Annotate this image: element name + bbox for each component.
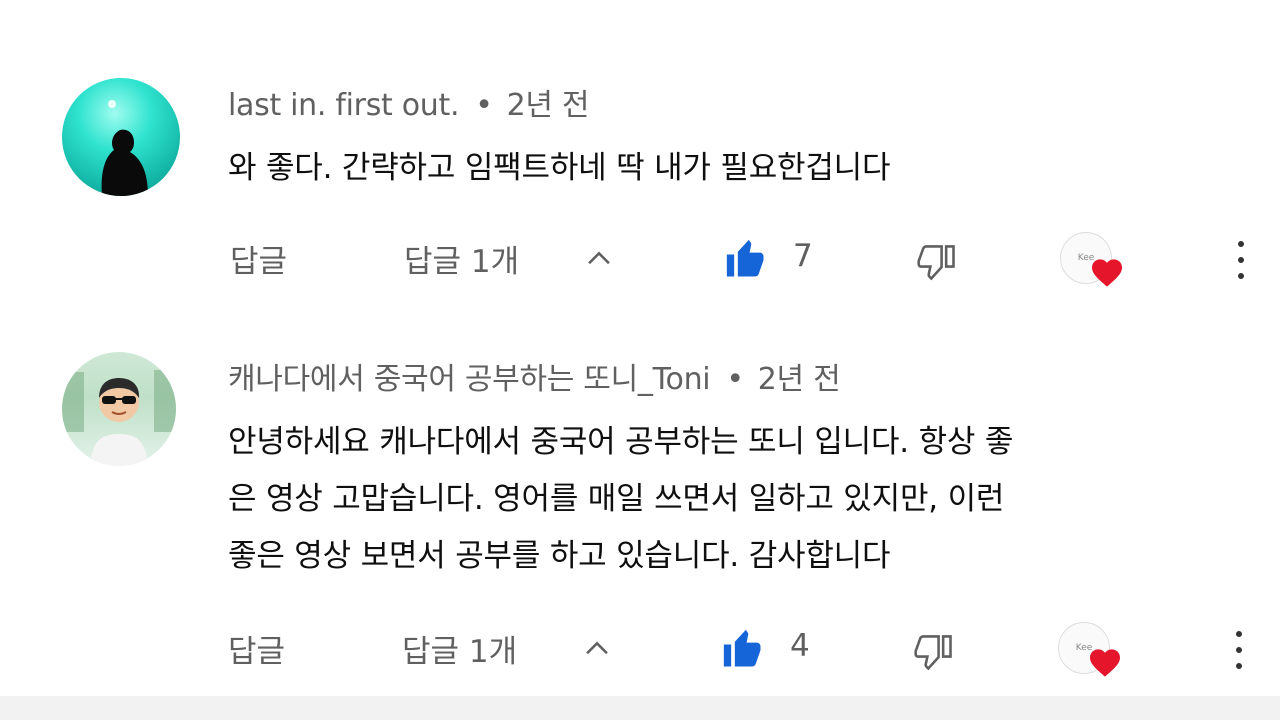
thumbs-up-icon[interactable] xyxy=(722,628,766,672)
heart-icon xyxy=(1090,649,1120,677)
comment-line: 안녕하세요 캐나다에서 중국어 공부하는 또니 입니다. 항상 좋 xyxy=(228,424,1014,460)
comment-line: 와 좋다. 간략하고 임팩트하네 딱 내가 필요한겁니다 xyxy=(228,150,891,186)
timestamp[interactable]: 2년 전 xyxy=(507,88,590,123)
avatar-silhouette xyxy=(101,100,148,196)
view-replies-button[interactable]: 답글 1개 xyxy=(402,626,517,671)
bottom-bar xyxy=(0,696,1280,720)
like-count: 4 xyxy=(790,628,810,664)
comment-line: 은 영상 고맙습니다. 영어를 매일 쓰면서 일하고 있지만, 이런 xyxy=(228,481,1005,517)
view-replies-button[interactable]: 답글 1개 xyxy=(404,236,519,281)
avatar-cartoon xyxy=(62,370,176,466)
comment-actions: 답글 답글 1개 7 Kee xyxy=(0,230,1280,290)
avatar[interactable] xyxy=(62,352,176,466)
creator-heart-icon: Kee xyxy=(1060,232,1122,292)
comment-header: last in. first out. • 2년 전 xyxy=(228,80,590,124)
avatar[interactable] xyxy=(62,78,180,196)
heart-icon xyxy=(1092,259,1122,287)
chevron-up-icon[interactable] xyxy=(582,242,616,276)
more-vert-icon[interactable] xyxy=(1235,238,1247,282)
more-vert-icon[interactable] xyxy=(1233,628,1245,672)
comment-header: 캐나다에서 중국어 공부하는 또니_Toni • 2년 전 xyxy=(228,354,841,398)
thumbs-down-icon[interactable] xyxy=(912,630,956,674)
reply-button[interactable]: 답글 xyxy=(230,236,287,281)
comment-text: 안녕하세요 캐나다에서 중국어 공부하는 또니 입니다. 항상 좋 은 영상 고… xyxy=(228,414,1013,585)
chevron-up-icon[interactable] xyxy=(580,632,614,666)
like-count: 7 xyxy=(793,238,813,274)
separator-dot: • xyxy=(726,362,744,397)
comment-line: 좋은 영상 보면서 공부를 하고 있습니다. 감사합니다 xyxy=(228,538,891,574)
creator-heart-icon: Kee xyxy=(1058,622,1120,682)
comment-text: 와 좋다. 간략하고 임팩트하네 딱 내가 필요한겁니다 xyxy=(228,140,890,197)
author-name[interactable]: 캐나다에서 중국어 공부하는 또니_Toni xyxy=(228,362,711,397)
comment-actions: 답글 답글 1개 4 Kee xyxy=(0,620,1280,680)
separator-dot: • xyxy=(475,88,493,123)
reply-button[interactable]: 답글 xyxy=(228,626,285,671)
timestamp[interactable]: 2년 전 xyxy=(758,362,841,397)
thumbs-down-icon[interactable] xyxy=(915,240,959,284)
author-name[interactable]: last in. first out. xyxy=(228,88,460,123)
thumbs-up-icon[interactable] xyxy=(725,238,769,282)
